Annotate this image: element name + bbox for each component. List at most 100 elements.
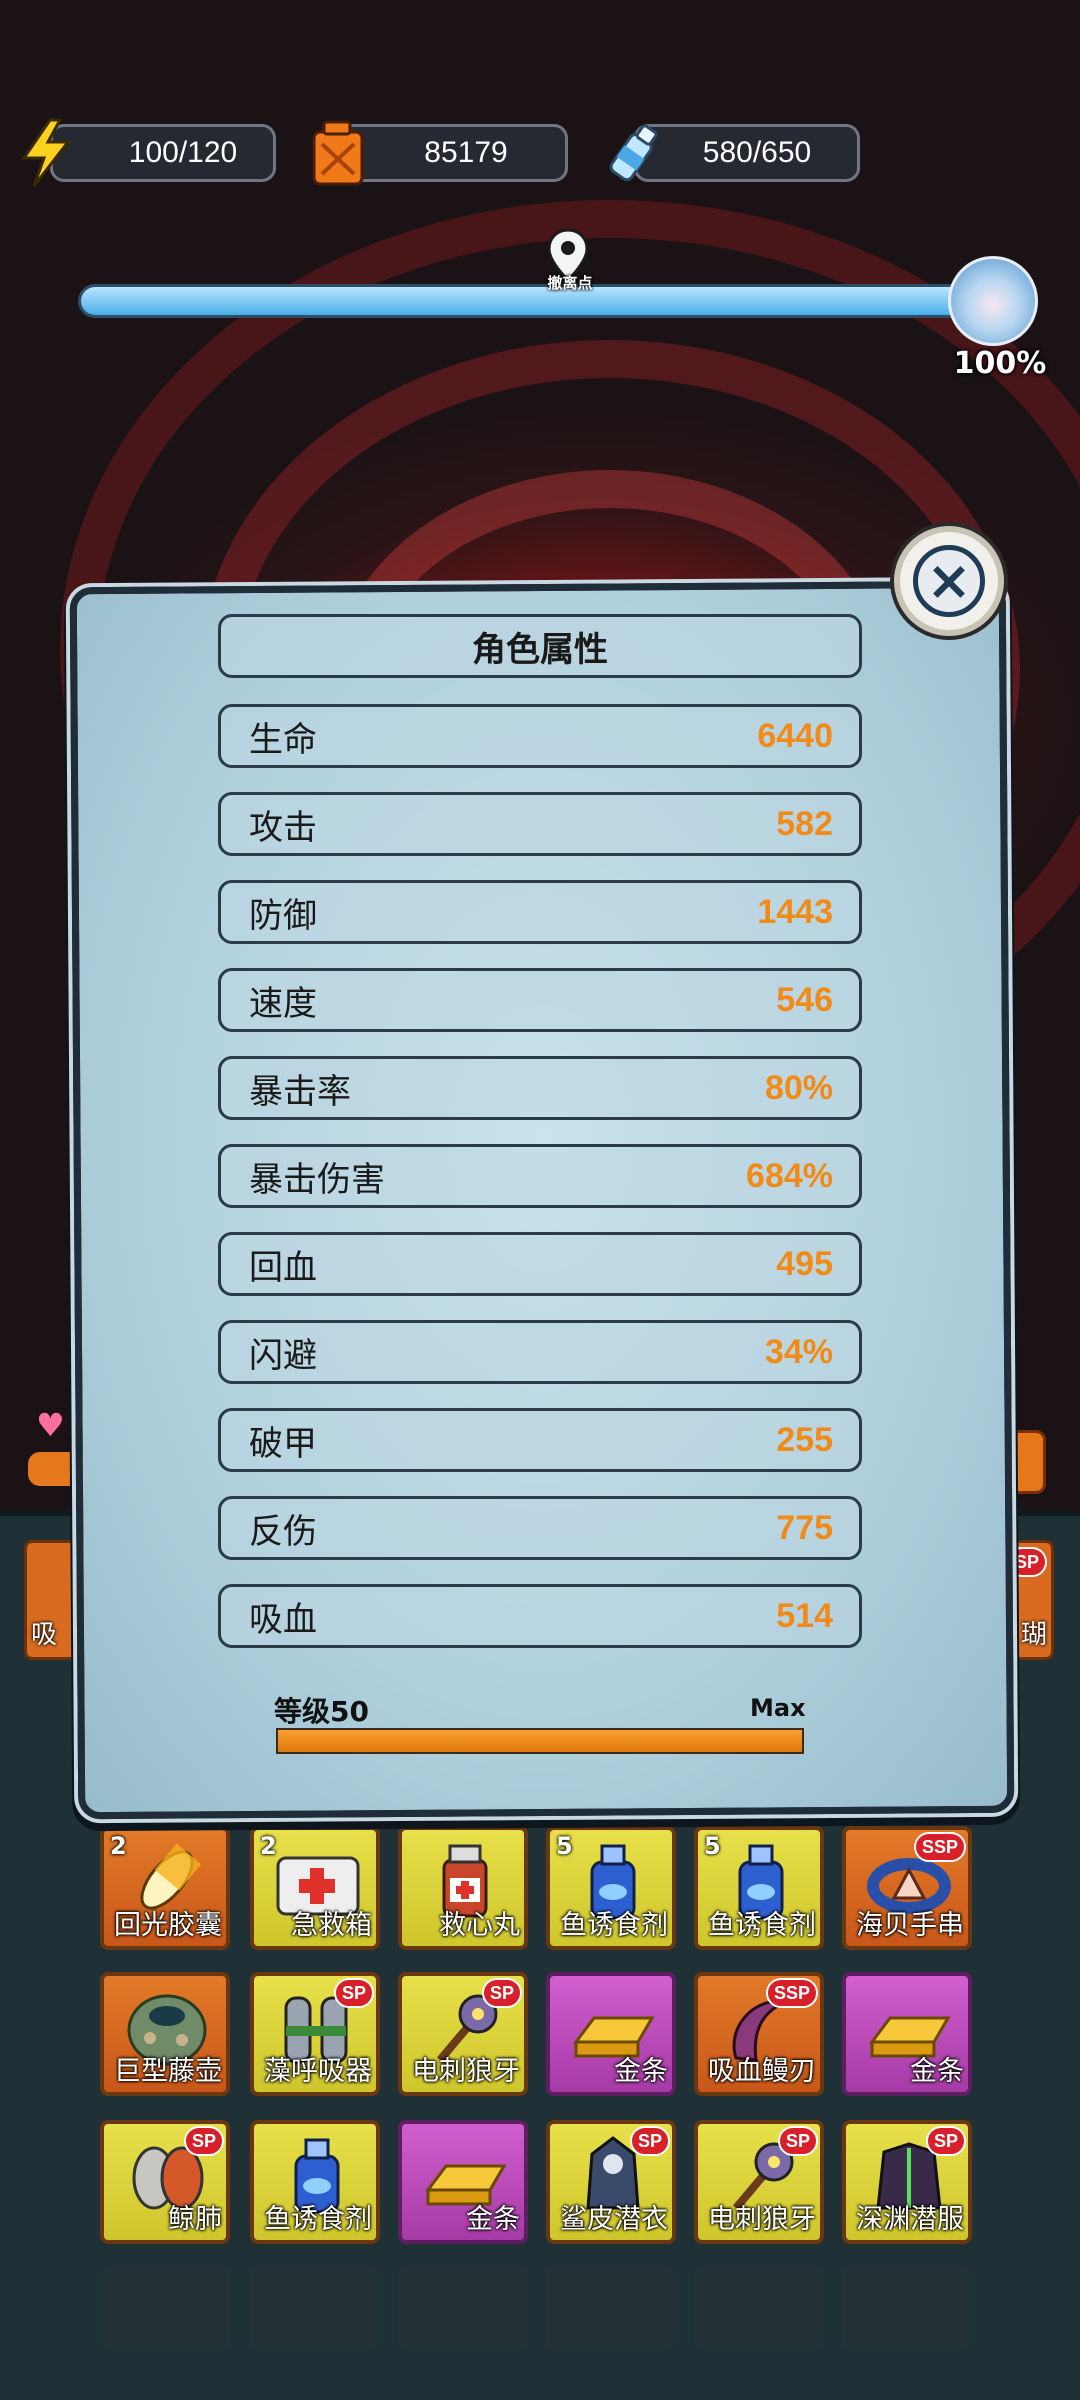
inventory-slot[interactable]: 5 鱼诱食剂 [546, 1826, 676, 1950]
inventory-slot[interactable]: SP 电刺狼牙 [694, 2120, 824, 2244]
item-name: 海贝手串 [856, 1910, 964, 1941]
inventory-slot[interactable]: 金条 [398, 2120, 528, 2244]
inventory-slot[interactable]: 巨型藤壶 [100, 1972, 230, 2096]
stat-name: 防御 [249, 895, 317, 936]
stat-value: 6440 [757, 716, 833, 755]
stat-name: 回血 [249, 1247, 317, 1288]
heart-icon: ♥ [36, 1406, 65, 1444]
rarity-badge: SP [183, 2126, 224, 2156]
max-label: Max [750, 1694, 806, 1722]
inventory-slot[interactable]: 2 回光胶囊 [100, 1826, 230, 1950]
stat-row: 暴击率 80% [218, 1056, 862, 1120]
inventory-slot[interactable]: SSP 吸血鳗刃 [694, 1972, 824, 2096]
panel-title: 角色属性 [472, 629, 608, 670]
rarity-badge: SP [333, 1978, 374, 2008]
empty-slot[interactable] [398, 2266, 528, 2350]
item-count: 2 [260, 1832, 277, 1860]
level-label: 等级50 [274, 1695, 369, 1728]
rarity-badge: SP [777, 2126, 818, 2156]
item-count: 2 [110, 1832, 127, 1860]
stat-row: 回血 495 [218, 1232, 862, 1296]
item-name: 鱼诱食剂 [264, 2204, 372, 2235]
stat-value: 514 [776, 1596, 833, 1635]
rarity-badge: SSP [913, 1832, 966, 1862]
route-percent: 100% [953, 346, 1047, 381]
close-button[interactable]: × [894, 526, 1004, 636]
empty-slot[interactable] [250, 2266, 380, 2350]
level-progress-bar [276, 1728, 804, 1754]
stat-row: 吸血 514 [218, 1584, 862, 1648]
stat-row: 闪避 34% [218, 1320, 862, 1384]
item-name: 鲨皮潜衣 [560, 2204, 668, 2235]
stat-value: 34% [764, 1332, 833, 1371]
level-progress-fill [278, 1730, 802, 1752]
stat-name: 暴击率 [249, 1071, 351, 1112]
right-partial-item-label: 瑚 [1020, 1620, 1047, 1650]
water-bottle-icon [609, 124, 658, 182]
fuel-value: 85179 [424, 136, 508, 169]
energy-counter: 100/120 [50, 124, 276, 182]
inventory-slot[interactable]: 金条 [546, 1972, 676, 2096]
inventory-slot[interactable]: SP 鲨皮潜衣 [546, 2120, 676, 2244]
stat-name: 反伤 [249, 1511, 317, 1552]
stat-row: 防御 1443 [218, 880, 862, 944]
rarity-badge: SSP [765, 1978, 818, 2008]
evacuation-point-label: 撤离点 [547, 274, 593, 292]
empty-slot[interactable] [842, 2266, 972, 2350]
empty-slot[interactable] [100, 2266, 230, 2350]
inventory-slot[interactable]: SP 藻呼吸器 [250, 1972, 380, 2096]
inventory-slot[interactable]: SP 深渊潜服 [842, 2120, 972, 2244]
item-name: 电刺狼牙 [708, 2204, 816, 2235]
stat-value: 495 [776, 1244, 833, 1283]
route-progress-fill [81, 287, 967, 315]
rarity-badge: SP [925, 2126, 966, 2156]
stat-name: 吸血 [249, 1599, 317, 1640]
empty-slot[interactable] [694, 2266, 824, 2350]
stat-value: 80% [764, 1068, 833, 1107]
item-name: 鲸肺 [168, 2204, 222, 2235]
inventory-slot[interactable]: 2 急救箱 [250, 1826, 380, 1950]
inventory-slot[interactable]: SP 鲸肺 [100, 2120, 230, 2244]
inventory-slot[interactable]: 鱼诱食剂 [250, 2120, 380, 2244]
item-name: 鱼诱食剂 [708, 1910, 816, 1941]
item-count: 5 [704, 1832, 721, 1860]
item-name: 救心丸 [439, 1910, 520, 1941]
item-name: 藻呼吸器 [264, 2056, 372, 2087]
item-name: 急救箱 [291, 1910, 372, 1941]
item-name: 金条 [466, 2204, 520, 2235]
stat-name: 破甲 [249, 1423, 317, 1464]
energy-value: 100/120 [128, 136, 238, 169]
item-count: 5 [556, 1832, 573, 1860]
stat-row: 攻击 582 [218, 792, 862, 856]
character-avatar [948, 256, 1038, 346]
inventory-slot[interactable]: 救心丸 [398, 1826, 528, 1950]
inventory-slot[interactable]: SSP 海贝手串 [842, 1826, 972, 1950]
item-name: 金条 [614, 2056, 668, 2087]
stat-row: 生命 6440 [218, 704, 862, 768]
fuel-counter: 85179 [334, 124, 568, 182]
stat-value: 684% [746, 1156, 833, 1195]
stat-value: 255 [776, 1420, 833, 1459]
inventory-slot[interactable]: SP 电刺狼牙 [398, 1972, 528, 2096]
stat-row: 暴击伤害 684% [218, 1144, 862, 1208]
rarity-badge: SP [629, 2126, 670, 2156]
item-name: 电刺狼牙 [412, 2056, 520, 2087]
stat-row: 反伤 775 [218, 1496, 862, 1560]
stat-row: 破甲 255 [218, 1408, 862, 1472]
water-counter: 580/650 [634, 124, 860, 182]
stat-name: 速度 [249, 983, 317, 1024]
item-name: 金条 [910, 2056, 964, 2087]
stat-row: 速度 546 [218, 968, 862, 1032]
inventory-slot[interactable]: 5 鱼诱食剂 [694, 1826, 824, 1950]
item-name: 深渊潜服 [856, 2204, 964, 2235]
stat-name: 生命 [249, 719, 317, 760]
empty-slot[interactable] [546, 2266, 676, 2350]
rarity-badge: SP [481, 1978, 522, 2008]
inventory-slot[interactable]: 金条 [842, 1972, 972, 2096]
item-name: 回光胶囊 [114, 1910, 222, 1941]
stat-value: 582 [776, 804, 833, 843]
stat-name: 暴击伤害 [249, 1159, 385, 1200]
stat-value: 1443 [757, 892, 833, 931]
fuel-can-icon [312, 120, 364, 186]
stat-name: 闪避 [249, 1335, 317, 1376]
